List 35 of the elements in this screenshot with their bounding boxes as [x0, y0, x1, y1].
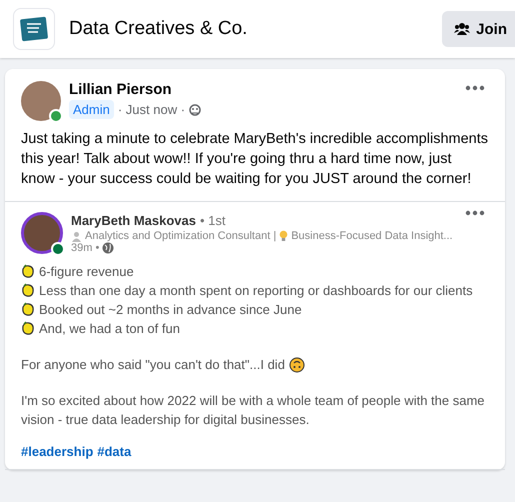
lightbulb-icon	[279, 230, 288, 242]
admin-badge: Admin	[69, 100, 114, 119]
avatar[interactable]	[21, 212, 63, 254]
post-time[interactable]: · Just now ·	[118, 102, 186, 117]
bullet-text: Booked out ~2 months in advance since June	[39, 301, 302, 319]
post-time: 39m •	[71, 242, 100, 254]
upside-down-face-icon	[288, 356, 305, 372]
more-icon	[465, 85, 485, 91]
bullet-text: And, we had a ton of fun	[39, 320, 180, 338]
lemon-icon	[21, 283, 35, 298]
bullet-text: 6-figure revenue	[39, 263, 134, 281]
logo-drawing	[19, 14, 49, 44]
group-audience-icon	[189, 104, 202, 116]
lemon-icon	[21, 264, 35, 279]
group-logo[interactable]	[13, 8, 55, 50]
headline-text: Analytics and Optimization Consultant |	[85, 230, 276, 242]
headline-text: Business-Focused Data Insight...	[291, 230, 453, 242]
post-text: I'm so excited about how 2022 will be with a whole team of people with the same vision - true data leadership for digital businesses.	[21, 392, 486, 429]
group-name: Data Creatives & Co.	[69, 18, 248, 40]
bullet-text: Less than one day a month spent on reporting or dashboards for our clients	[39, 282, 473, 300]
connection-degree: • 1st	[200, 213, 226, 228]
hashtag-link[interactable]: #leadership	[21, 444, 94, 459]
more-icon	[465, 210, 485, 216]
author-name[interactable]: MaryBeth Maskovas	[71, 213, 196, 228]
join-button[interactable]: Join	[442, 11, 515, 47]
author-name[interactable]: Lillian Pierson	[69, 81, 202, 98]
avatar[interactable]	[21, 81, 61, 121]
hashtag-link[interactable]: #data	[97, 444, 132, 459]
globe-icon	[102, 242, 114, 254]
person-icon	[71, 230, 82, 242]
lemon-icon	[21, 302, 35, 317]
lemon-icon	[21, 321, 35, 336]
post-text: For anyone who said "you can't do that"...I did	[21, 356, 285, 374]
people-icon	[454, 22, 470, 36]
post-text: Just taking a minute to celebrate MaryBeth's incredible accomplishments this year! Talk about wow!! If you're going thru a hard time now, just know - your success could be waiting for you JUST around the corner!	[20, 130, 489, 189]
